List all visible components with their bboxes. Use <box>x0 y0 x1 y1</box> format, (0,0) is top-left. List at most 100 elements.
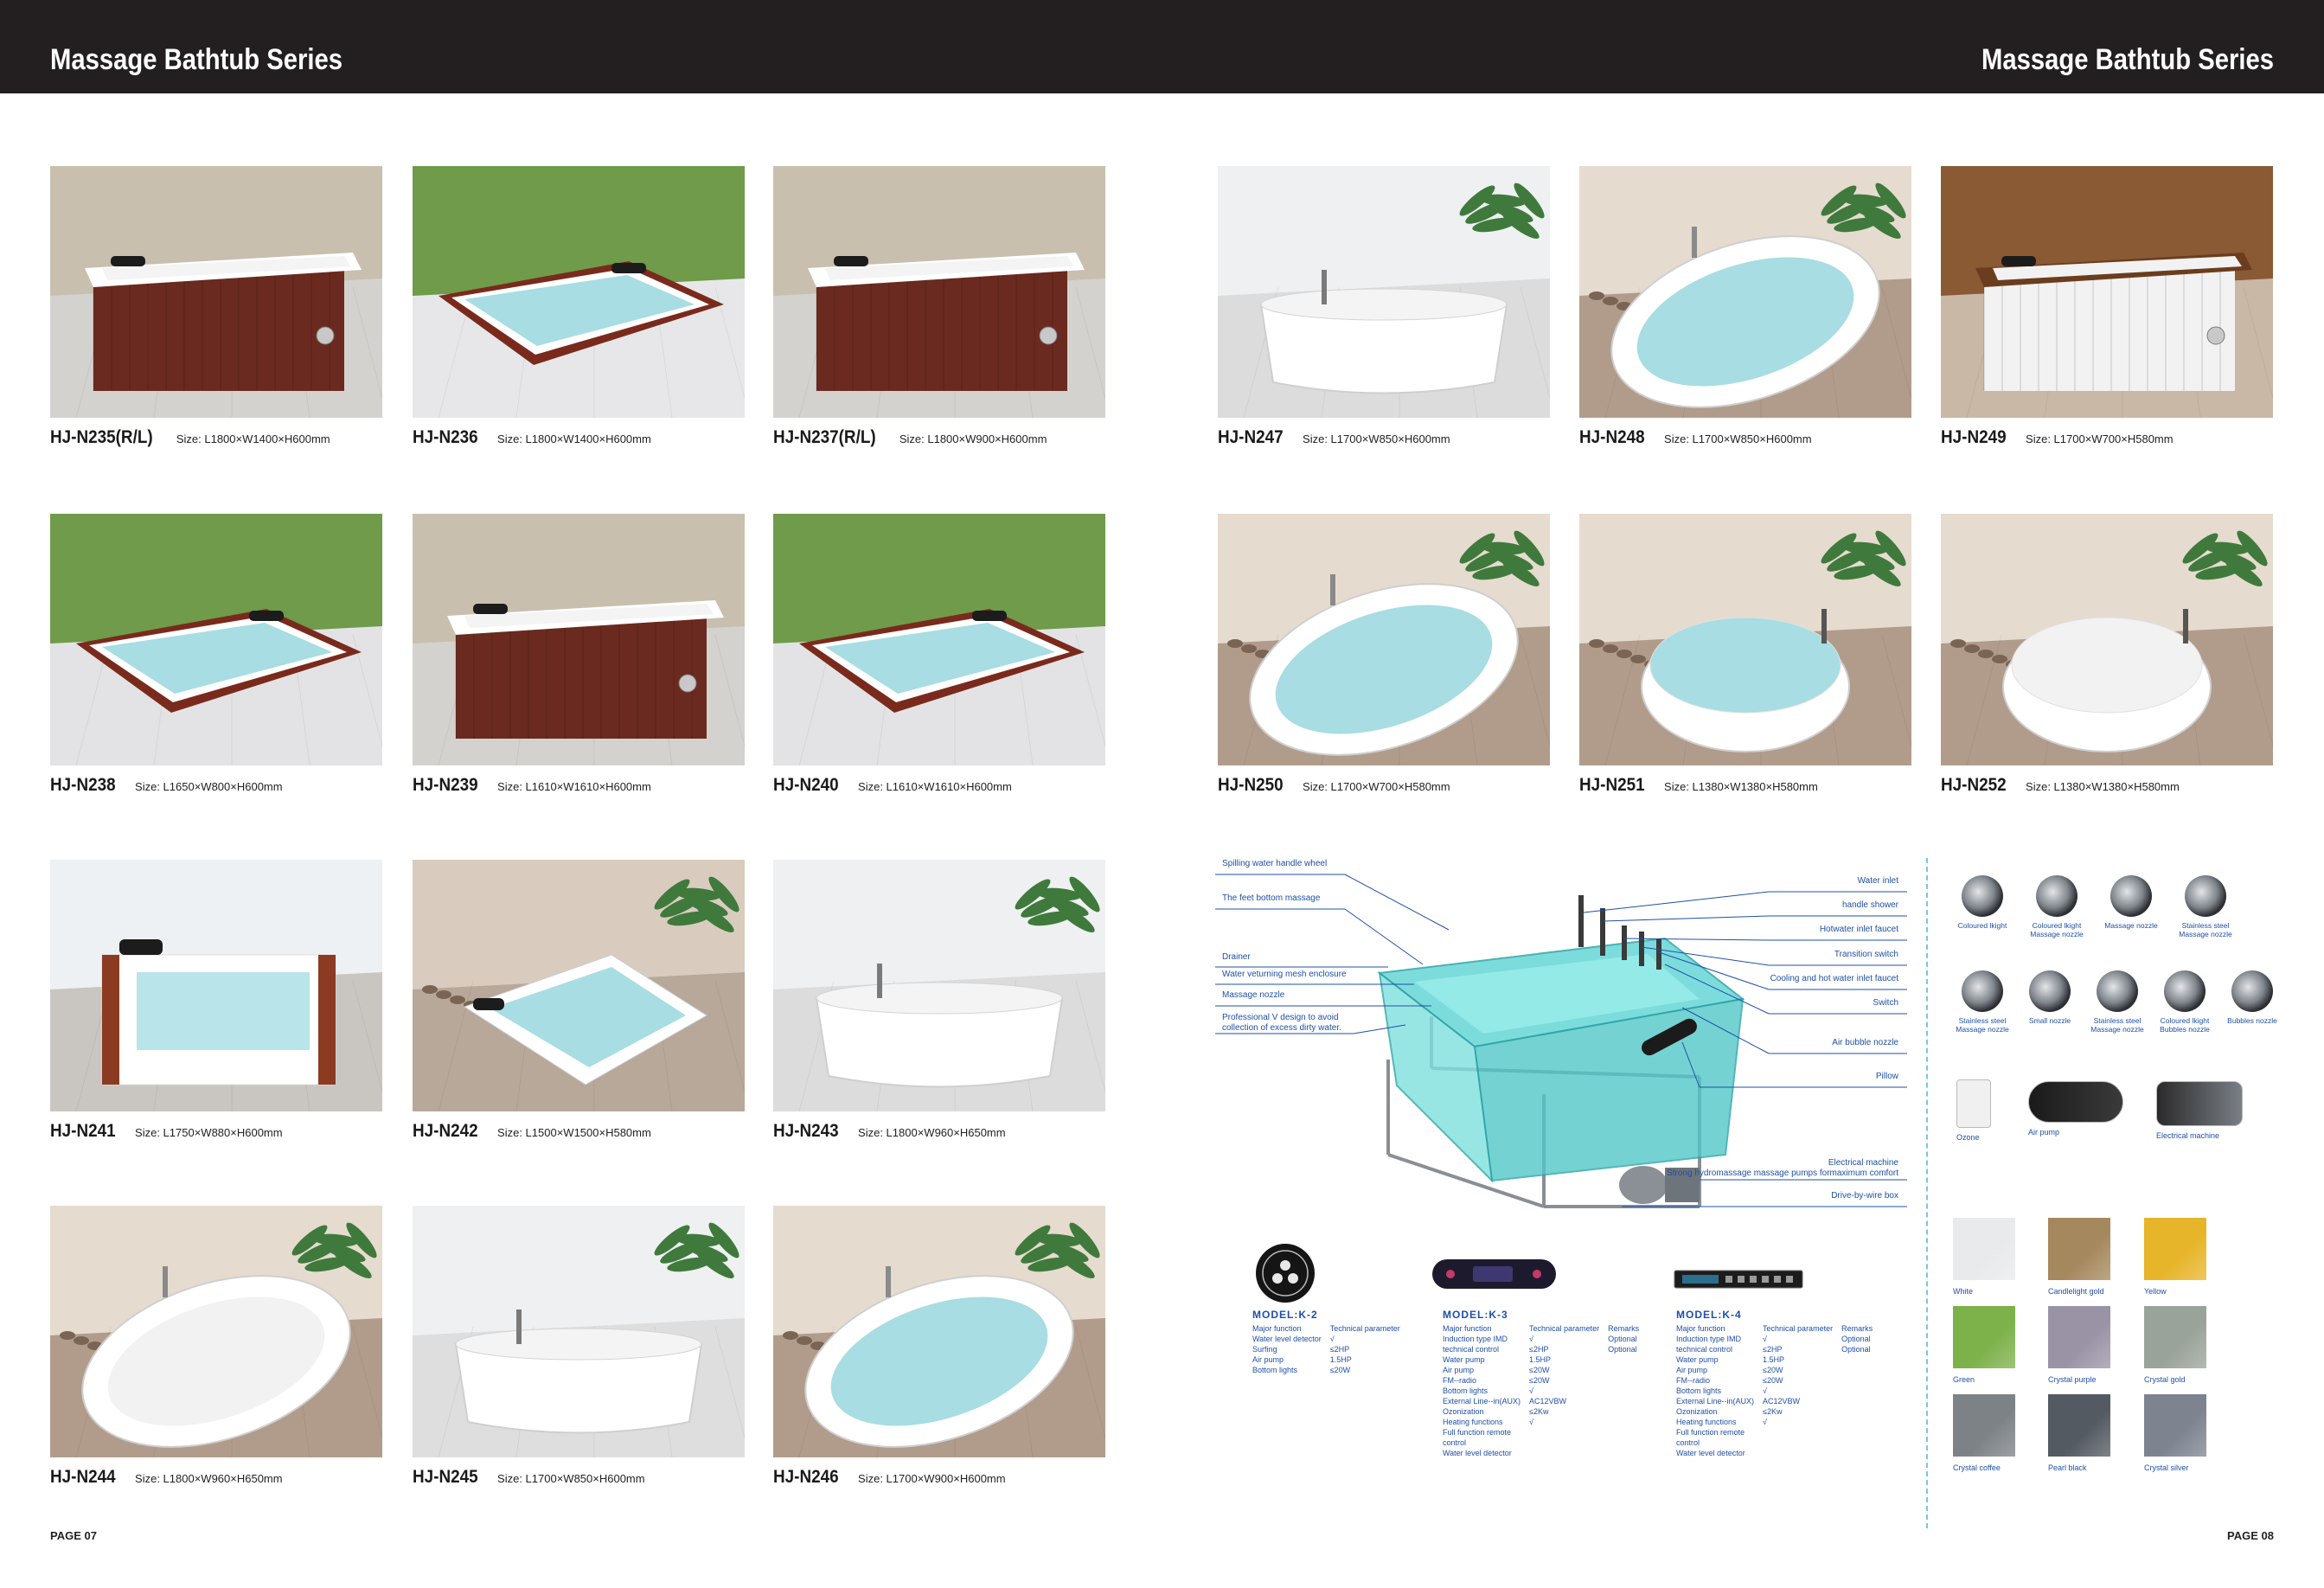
bathtub-image <box>50 860 382 1111</box>
product-size: Size: L1380×W1380×H580mm <box>1664 780 1818 793</box>
accessory-part: Coloured lkight <box>1948 875 2017 931</box>
accessory-label: Coloured lkight Massage nozzle <box>2030 921 2084 938</box>
product-card: HJ-N238 Size: L1650×W800×H600mm <box>50 514 382 795</box>
nozzle-icon <box>2029 970 2071 1012</box>
diagram-label-right: Cooling and hot water inlet faucet <box>1770 974 1898 983</box>
color-swatch-label: Candlelight gold <box>2048 1287 2104 1296</box>
equipment-label: Electrical machine <box>2156 1131 2220 1140</box>
bathtub-image <box>50 514 382 765</box>
product-photo <box>50 1206 382 1457</box>
controller-model-spec: MODEL:K-4 Major function Induction type IM… <box>1676 1309 1881 1458</box>
diagram-label-right: Hotwater inlet faucet <box>1819 925 1898 934</box>
model-spec-line: AC12VBW <box>1529 1397 1567 1406</box>
product-photo <box>413 514 745 765</box>
model-spec-column: Major function Water level detector Surfin… <box>1252 1323 1322 1375</box>
product-card: HJ-N235(R/L) Size: L1800×W1400×H600mm <box>50 166 382 447</box>
model-spec-line: ≤2Kw <box>1529 1407 1549 1416</box>
bathtub-image <box>773 860 1105 1111</box>
equipment-label: Air pump <box>2028 1128 2060 1137</box>
diagram-label-right: Strong hydromassage massage pumps formax… <box>1667 1169 1898 1178</box>
diagram-label-right: Switch <box>1873 998 1898 1008</box>
model-spec-line: √ <box>1329 1335 1335 1343</box>
product-photo <box>1941 514 2273 765</box>
model-spec-line: 1.5HP <box>1529 1355 1552 1364</box>
product-size: Size: L1610×W1610×H600mm <box>858 780 1012 793</box>
product-card: HJ-N251 Size: L1380×W1380×H580mm <box>1579 514 1911 795</box>
nozzle-icon <box>1962 970 2003 1012</box>
model-spec-line: ≤20W <box>1763 1376 1783 1385</box>
product-code: HJ-N250 <box>1218 775 1284 795</box>
product-card: HJ-N241 Size: L1750×W880×H600mm <box>50 860 382 1141</box>
model-spec-line: Technical parameter <box>1763 1324 1834 1333</box>
model-spec-line: Optional <box>1841 1335 1871 1343</box>
model-spec-line: control <box>1676 1438 1700 1447</box>
model-spec-line: Water level detector <box>1252 1335 1322 1343</box>
product-card: HJ-N248 Size: L1700×W850×H600mm <box>1579 166 1911 447</box>
model-spec-line: technical control <box>1443 1345 1500 1354</box>
diagram-label-right: Water inlet <box>1857 876 1898 886</box>
ozone-icon <box>1956 1079 1991 1128</box>
model-spec-line: Water pump <box>1443 1355 1485 1364</box>
model-spec-line: √ <box>1529 1418 1533 1426</box>
air-pump-icon <box>2028 1081 2123 1123</box>
product-photo <box>773 1206 1105 1457</box>
bathtub-image <box>1579 514 1911 765</box>
product-photo <box>1218 514 1550 765</box>
model-spec-line: ≤20W <box>1529 1376 1550 1385</box>
diagram-label-right: Pillow <box>1875 1072 1898 1081</box>
product-caption: HJ-N246 Size: L1700×W900×H600mm <box>773 1467 1006 1488</box>
product-caption: HJ-N235(R/L) Size: L1800×W1400×H600mm <box>50 427 330 448</box>
color-swatch-label: Crystal gold <box>2144 1375 2186 1384</box>
product-caption: HJ-N238 Size: L1650×W800×H600mm <box>50 775 283 796</box>
color-swatch-label: Pearl black <box>2048 1463 2087 1472</box>
accessory-label: Stainless steel Massage nozzle <box>2179 921 2232 938</box>
product-card: HJ-N250 Size: L1700×W700×H580mm <box>1218 514 1550 795</box>
product-code: HJ-N252 <box>1941 775 2007 795</box>
bathtub-image <box>1218 166 1550 418</box>
product-card: HJ-N240 Size: L1610×W1610×H600mm <box>773 514 1105 795</box>
diagram-label-left: Drainer <box>1222 952 1251 962</box>
catalog-header: Massage Bathtub Series Massage Bathtub S… <box>0 0 2324 93</box>
bathtub-image <box>413 514 745 765</box>
model-title: MODEL:K-4 <box>1676 1309 1742 1321</box>
model-spec-line: Bottom lights <box>1443 1386 1489 1395</box>
model-spec-line: Heating functions <box>1676 1418 1737 1426</box>
product-card: HJ-N252 Size: L1380×W1380×H580mm <box>1941 514 2273 795</box>
diagram-label-left: Massage nozzle <box>1222 990 1285 1000</box>
bathtub-image <box>50 166 382 418</box>
color-swatch <box>1953 1218 2015 1280</box>
k4-controller-icon <box>1674 1270 1803 1293</box>
model-spec-column: Major function Induction type IMD technica… <box>1443 1323 1521 1458</box>
diagram-label-right: Air bubble nozzle <box>1832 1038 1898 1047</box>
product-code: HJ-N242 <box>413 1121 478 1141</box>
nozzle-icon <box>2097 970 2138 1012</box>
page-number-right: PAGE 08 <box>2227 1529 2274 1542</box>
model-spec-column: Technical parameter √ ≤2HP 1.5HP ≤20W ≤20W √ AC… <box>1529 1323 1599 1427</box>
model-spec-line: Induction type IMD <box>1443 1335 1508 1343</box>
model-spec-line: Bottom lights <box>1252 1366 1298 1374</box>
product-code: HJ-N246 <box>773 1467 839 1487</box>
color-swatch <box>1953 1394 2015 1457</box>
model-spec-line: Optional <box>1608 1335 1637 1343</box>
accessory-part: Small nozzle <box>2015 970 2084 1026</box>
header-title-right: Massage Bathtub Series <box>1981 43 2274 76</box>
product-caption: HJ-N241 Size: L1750×W880×H600mm <box>50 1121 283 1142</box>
model-title: MODEL:K-3 <box>1443 1309 1508 1321</box>
product-code: HJ-N237(R/L) <box>773 427 876 447</box>
diagram-label-left: Water veturning mesh enclosure <box>1222 970 1347 979</box>
model-spec-line: √ <box>1763 1386 1767 1395</box>
k2-controller-icon <box>1254 1242 1316 1309</box>
bathtub-structure-diagram: Spilling water handle wheel The feet bott… <box>1215 859 1907 1250</box>
diagram-label-left: Spilling water handle wheel <box>1222 859 1328 868</box>
product-code: HJ-N247 <box>1218 427 1284 447</box>
equipment-item: Electrical machine <box>2156 1081 2243 1140</box>
motor-icon <box>2156 1081 2243 1126</box>
product-code: HJ-N236 <box>413 427 478 447</box>
accessory-part: Massage nozzle <box>2097 875 2166 931</box>
model-spec-line: Air pump <box>1676 1366 1708 1374</box>
product-size: Size: L1700×W700×H580mm <box>2026 432 2174 445</box>
product-size: Size: L1500×W1500×H580mm <box>497 1126 651 1139</box>
color-swatch-label: Green <box>1953 1375 1975 1384</box>
accessory-part: Stainless steel Massage nozzle <box>2083 970 2152 1034</box>
product-code: HJ-N235(R/L) <box>50 427 153 447</box>
